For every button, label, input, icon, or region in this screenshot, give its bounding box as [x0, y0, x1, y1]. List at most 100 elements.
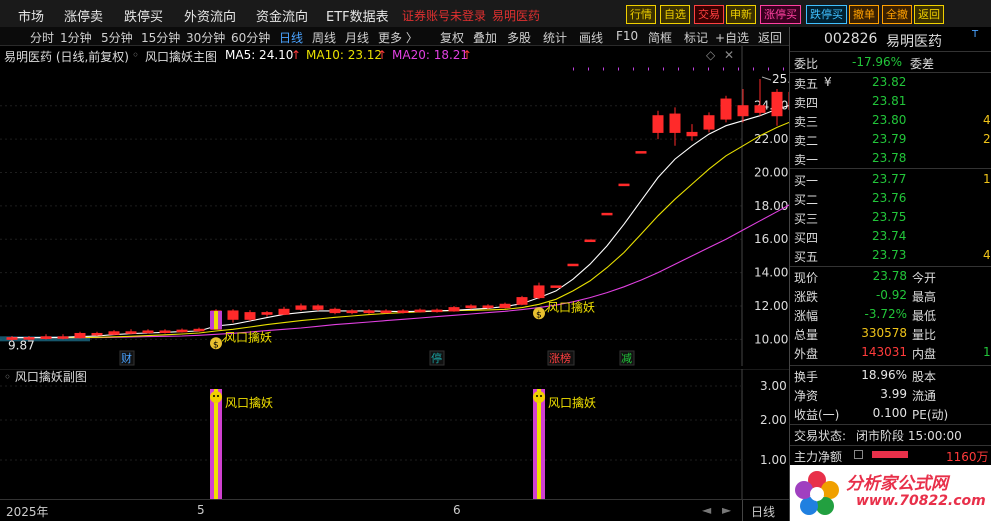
buy-level-label: 买一: [794, 174, 819, 188]
candle-body: [414, 309, 426, 313]
sub-signal-bar-core: [537, 389, 541, 499]
signal-label: 风口擒妖: [224, 329, 272, 344]
toolbar-button-8[interactable]: 返回: [914, 5, 944, 24]
toolbar-button-2[interactable]: 交易: [694, 5, 724, 24]
menu-foreign-flow[interactable]: 外资流向: [184, 6, 236, 25]
sell-price: 23.80: [872, 113, 907, 127]
tool-f10[interactable]: F10: [616, 29, 638, 43]
login-warning[interactable]: 证券账号未登录: [402, 7, 486, 24]
candle-body: [737, 105, 749, 117]
y-tick-label: 18.00: [754, 199, 788, 213]
signal-label: 风口擒妖: [547, 299, 595, 314]
menu-capital-flow[interactable]: 资金流向: [256, 6, 308, 25]
candle-body: [346, 310, 358, 314]
event-tag[interactable]: 财: [121, 351, 132, 365]
tool-back[interactable]: 返回: [758, 29, 782, 46]
candle-body: [108, 331, 120, 335]
sell-price: 23.79: [872, 132, 907, 146]
netflow-value: 1160万: [946, 450, 989, 464]
quote-expand-icon[interactable]: T: [972, 29, 978, 40]
menu-market[interactable]: 市场: [18, 6, 44, 25]
stat2-label-secondary: 流通: [912, 389, 937, 403]
tool-add-watchlist[interactable]: +自选: [715, 29, 749, 46]
sell-volume: 4: [983, 113, 991, 127]
sub-signal-label: 风口擒妖: [225, 395, 273, 410]
stat-value: 143031: [861, 345, 907, 359]
tool-draw-line[interactable]: 画线: [579, 29, 603, 46]
period-1min[interactable]: 1分钟: [60, 29, 92, 46]
candle-body: [142, 330, 154, 334]
candle-body: [771, 91, 783, 117]
event-tag[interactable]: 涨榜: [549, 351, 571, 365]
toolbar-button-5[interactable]: 跌停买: [806, 5, 847, 24]
candlestick-chart[interactable]: 24.0022.0020.0018.0016.0014.0012.0010.00…: [0, 46, 789, 366]
stat-value: -0.92: [875, 288, 907, 302]
toolbar-button-0[interactable]: 行情: [626, 5, 656, 24]
toolbar-button-1[interactable]: 自选: [660, 5, 690, 24]
menu-limit-down-buy[interactable]: 跌停买: [124, 6, 163, 25]
period-monthly[interactable]: 月线: [345, 29, 369, 46]
toolbar-button-7[interactable]: 全撤: [882, 5, 912, 24]
period-weekly[interactable]: 周线: [312, 29, 336, 46]
trade-status-label: 交易状态:: [794, 429, 847, 443]
toolbar-button-6[interactable]: 撤单: [849, 5, 879, 24]
stat2-label-secondary: PE(动): [912, 408, 949, 422]
candle-body: [227, 310, 239, 320]
smiley-eye: [536, 395, 538, 397]
tool-overlay[interactable]: 叠加: [473, 29, 497, 46]
period-15min[interactable]: 15分钟: [141, 29, 180, 46]
smiley-icon: [533, 391, 545, 403]
period-daily[interactable]: 日线: [279, 29, 303, 46]
period-5min[interactable]: 5分钟: [101, 29, 133, 46]
tool-multi-stock[interactable]: 多股: [507, 29, 531, 46]
toolbar-button-4[interactable]: 涨停买: [760, 5, 801, 24]
sub-indicator-chart[interactable]: 3.00 2.00 1.00 风口擒妖 风口擒妖: [0, 369, 789, 499]
stat-label: 总量: [794, 328, 819, 342]
candle-body: [244, 312, 256, 320]
stat-label-secondary: 量比: [912, 328, 937, 342]
weicha-label: 委差: [910, 57, 935, 71]
tool-simple-frame[interactable]: 简框: [648, 29, 672, 46]
buy-level-label: 买二: [794, 193, 819, 207]
event-tag[interactable]: 停: [431, 351, 442, 365]
quote-stock-code: 002826: [824, 31, 878, 47]
stat-label-secondary: 今开: [912, 271, 937, 285]
period-tick[interactable]: 分时: [30, 29, 54, 46]
candle-body: [550, 285, 562, 288]
x-axis-year: 2025年: [6, 505, 49, 519]
period-30min[interactable]: 30分钟: [186, 29, 225, 46]
tool-mark[interactable]: 标记: [684, 29, 708, 46]
sell-level-label: 卖四: [794, 96, 819, 110]
candle-body: [261, 312, 273, 315]
sub-chart-settings-icon[interactable]: ◦: [4, 370, 11, 384]
period-more[interactable]: 更多 〉: [378, 29, 418, 46]
netflow-label: 主力净额: [794, 450, 843, 464]
candle-body: [448, 307, 460, 312]
period-60min[interactable]: 60分钟: [231, 29, 270, 46]
sell-level-label: 卖五: [794, 77, 819, 91]
event-tag[interactable]: 减: [621, 352, 632, 365]
buy-volume: 4: [983, 248, 991, 262]
stock-name-tab[interactable]: 易明医药: [492, 7, 540, 24]
candle-body: [125, 331, 137, 334]
sub-chart-title[interactable]: 风口擒妖副图: [15, 370, 87, 384]
flower-logo-icon: [795, 471, 839, 515]
menu-etf-table[interactable]: ETF数据表: [326, 6, 389, 25]
toolbar-button-3[interactable]: 申新: [726, 5, 756, 24]
menu-limit-up-sell[interactable]: 涨停卖: [64, 6, 103, 25]
stat-label-secondary: 最高: [912, 290, 937, 304]
netflow-menu-icon[interactable]: [854, 450, 863, 459]
sell-price: 23.78: [872, 151, 907, 165]
y-tick-label: 22.00: [754, 132, 788, 146]
x-axis-scroll-right-icon[interactable]: ►: [722, 503, 731, 517]
tool-adjust[interactable]: 复权: [440, 29, 464, 46]
max-price-pointer: [761, 76, 772, 81]
y-tick-label: 16.00: [754, 232, 788, 246]
x-axis-scroll-left-icon[interactable]: ◄: [702, 503, 711, 517]
sub-signal-label: 风口擒妖: [548, 395, 596, 410]
tool-statistics[interactable]: 统计: [543, 29, 567, 46]
candle-body: [312, 305, 324, 310]
candle-body: [516, 297, 528, 305]
period-switch-button[interactable]: 日线: [742, 500, 775, 521]
stat-label: 现价: [794, 271, 819, 285]
